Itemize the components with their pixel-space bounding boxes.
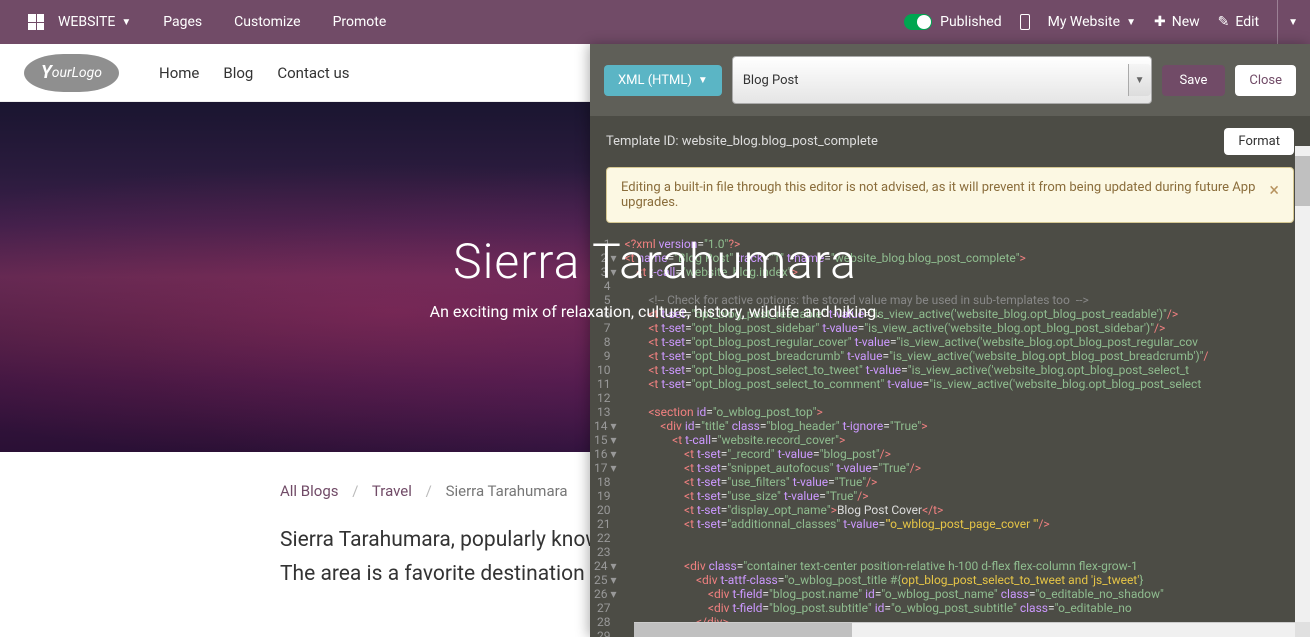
format-button[interactable]: Format bbox=[1224, 128, 1294, 155]
nav-home[interactable]: Home bbox=[159, 64, 199, 82]
scroll-corner bbox=[1295, 622, 1310, 637]
top-menubar: WEBSITE ▼ Pages Customize Promote Publis… bbox=[0, 0, 1310, 44]
mobile-preview-icon[interactable] bbox=[1020, 14, 1030, 30]
template-id-label: Template ID: website_blog.blog_post_comp… bbox=[606, 134, 878, 149]
site-switcher[interactable]: My Website▼ bbox=[1048, 14, 1136, 30]
code-editor-panel: XML (HTML)▼ Blog Post ▼ Save Close Templ… bbox=[590, 44, 1310, 637]
breadcrumb-all[interactable]: All Blogs bbox=[280, 482, 339, 500]
plus-icon: ✚ bbox=[1154, 14, 1166, 30]
pages-menu[interactable]: Pages bbox=[147, 14, 218, 30]
close-icon[interactable]: × bbox=[1269, 180, 1279, 201]
apps-icon bbox=[28, 14, 44, 30]
promote-menu[interactable]: Promote bbox=[317, 14, 403, 30]
more-dropdown[interactable]: ▼ bbox=[1277, 0, 1298, 44]
vertical-scrollbar[interactable] bbox=[1295, 146, 1310, 622]
toggle-icon bbox=[904, 14, 932, 30]
hero-subtitle: An exciting mix of relaxation, culture, … bbox=[430, 302, 881, 321]
editor-toolbar: XML (HTML)▼ Blog Post ▼ Save Close bbox=[590, 44, 1310, 116]
breadcrumb-travel[interactable]: Travel bbox=[372, 482, 412, 500]
nav-blog[interactable]: Blog bbox=[223, 64, 253, 82]
save-button[interactable]: Save bbox=[1162, 65, 1226, 96]
horizontal-scrollbar[interactable] bbox=[634, 622, 1295, 637]
publish-toggle[interactable]: Published bbox=[904, 14, 1001, 30]
xml-mode-button[interactable]: XML (HTML)▼ bbox=[604, 65, 722, 96]
site-logo[interactable]: YourLogo bbox=[24, 54, 119, 92]
customize-menu[interactable]: Customize bbox=[218, 14, 316, 30]
breadcrumb-current: Sierra Tarahumara bbox=[446, 482, 568, 500]
warning-alert: Editing a built-in file through this edi… bbox=[606, 167, 1294, 223]
website-menu[interactable]: WEBSITE ▼ bbox=[12, 14, 147, 30]
code-area[interactable]: 1 2 ▾ 3 ▾ 4 5 6 7 8 9 10 11 12 13 14 ▾15… bbox=[590, 233, 1310, 637]
caret-icon: ▼ bbox=[121, 17, 131, 28]
template-select[interactable]: Blog Post ▼ bbox=[732, 56, 1152, 104]
nav-contact[interactable]: Contact us bbox=[277, 64, 349, 82]
new-button[interactable]: ✚New bbox=[1154, 14, 1200, 30]
edit-button[interactable]: ✎Edit bbox=[1218, 14, 1259, 30]
close-button[interactable]: Close bbox=[1235, 65, 1296, 96]
pencil-icon: ✎ bbox=[1218, 14, 1230, 30]
hero-title: Sierra Tarahumara bbox=[453, 233, 857, 290]
